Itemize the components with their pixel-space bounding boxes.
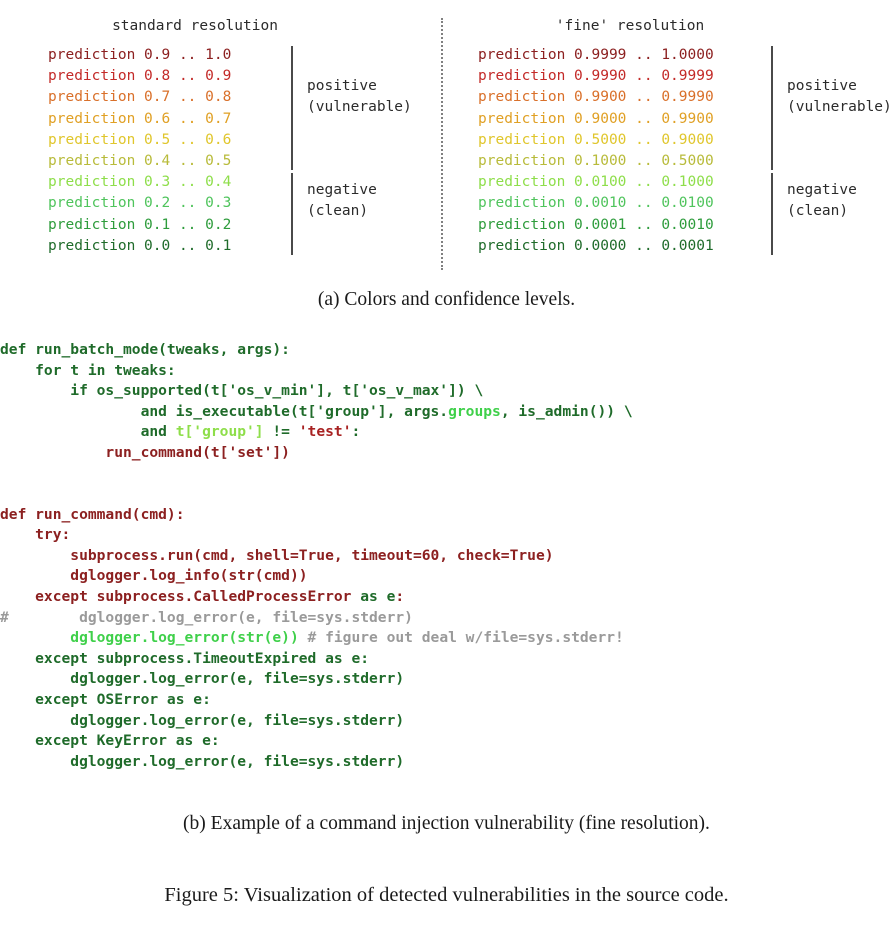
- group-label: negative (clean): [787, 181, 857, 219]
- code-token: dglogger.log_error(e, file=sys.stderr): [0, 752, 405, 770]
- code-token: and is_executable(t['group'], args.: [0, 402, 449, 420]
- code-line: and is_executable(t['group'], args.group…: [0, 402, 893, 423]
- prediction-range-row: prediction 0.1000 .. 0.5000: [478, 153, 714, 170]
- code-line: except OSError as e:: [0, 690, 893, 711]
- code-line: run_command(t['set']): [0, 443, 893, 464]
- code-line: except subprocess.TimeoutExpired as e:: [0, 649, 893, 670]
- code-line: def run_batch_mode(tweaks, args):: [0, 340, 893, 361]
- code-line: for t in tweaks:: [0, 361, 893, 382]
- code-token: # dglogger.log_error(e, file=sys.stderr): [0, 608, 413, 626]
- code-token: dglogger.log_info(str(cmd)): [0, 567, 308, 585]
- prediction-range-row: prediction 0.9 .. 1.0: [48, 47, 232, 63]
- prediction-range-row: prediction 0.4 .. 0.5: [48, 153, 232, 170]
- group-bracket-line: [291, 173, 293, 255]
- legend-panel-fine: 'fine' resolution prediction 0.9999 .. 1…: [478, 18, 892, 257]
- code-line: # dglogger.log_error(e, file=sys.stderr): [0, 608, 893, 629]
- group-bracket-line: [771, 46, 773, 171]
- code-line: dglogger.log_error(e, file=sys.stderr): [0, 669, 893, 690]
- code-token: except OSError as e:: [0, 690, 211, 708]
- legend-panel-standard: standard resolution prediction 0.9 .. 1.…: [48, 18, 428, 257]
- code-line: except subprocess.CalledProcessError as …: [0, 587, 893, 608]
- code-line: and t['group'] != 'test':: [0, 422, 893, 443]
- caption-b: (b) Example of a command injection vulne…: [183, 813, 710, 834]
- code-token: try:: [0, 526, 71, 544]
- group-bracket-line: [291, 46, 293, 171]
- code-token: for t in tweaks:: [0, 361, 176, 379]
- panel-divider: [441, 18, 443, 270]
- code-token: dglogger.log_error(e, file=sys.stderr): [0, 711, 405, 729]
- code-token: :: [351, 423, 361, 441]
- group-label: positive (vulnerable): [787, 77, 892, 115]
- code-line: dglogger.log_error(str(e)) # figure out …: [0, 628, 893, 649]
- code-token: if os_supported(t['os_v_min'], t['os_v_m…: [0, 382, 484, 400]
- code-line: try:: [0, 525, 893, 546]
- code-line: except KeyError as e:: [0, 731, 893, 752]
- group-label: positive (vulnerable): [307, 77, 412, 115]
- prediction-range-row: prediction 0.0000 .. 0.0001: [478, 237, 714, 254]
- code-listing-run-command: def run_command(cmd): try: subprocess.ru…: [0, 505, 893, 773]
- panel-title-fine: 'fine' resolution: [555, 18, 705, 34]
- prediction-range-row: prediction 0.5 .. 0.6: [48, 131, 232, 148]
- code-figure: def run_batch_mode(tweaks, args): for t …: [0, 340, 893, 810]
- code-token: groups: [448, 402, 501, 420]
- prediction-range-row: prediction 0.0 .. 0.1: [48, 237, 232, 254]
- code-token: t['group']: [175, 423, 264, 441]
- code-token: 'test': [298, 423, 352, 441]
- code-token: dglogger.log_error(str(e)): [0, 629, 299, 647]
- legend-figure: standard resolution prediction 0.9 .. 1.…: [0, 0, 893, 300]
- code-line: dglogger.log_error(e, file=sys.stderr): [0, 752, 893, 773]
- panel-title-standard: standard resolution: [112, 18, 278, 34]
- code-token: except subprocess.TimeoutExpired as e:: [0, 649, 370, 667]
- code-token: !=: [263, 423, 299, 441]
- code-token: and: [0, 423, 176, 441]
- code-line: dglogger.log_info(str(cmd)): [0, 566, 893, 587]
- code-token: def run_batch_mode(tweaks, args):: [0, 341, 290, 358]
- code-listing-run-batch-mode: def run_batch_mode(tweaks, args): for t …: [0, 340, 893, 464]
- figure-caption: Figure 5: Visualization of detected vuln…: [164, 884, 729, 906]
- code-line: def run_command(cmd):: [0, 505, 893, 526]
- code-token: dglogger.log_error(e, file=sys.stderr): [0, 670, 405, 688]
- legend-rows-standard: prediction 0.9 .. 1.0 prediction 0.8 .. 0…: [48, 45, 428, 257]
- code-line: subprocess.run(cmd, shell=True, timeout=…: [0, 546, 893, 567]
- code-token: , is_admin()) \: [500, 402, 633, 420]
- code-token: as e: [360, 587, 396, 605]
- group-label: negative (clean): [307, 181, 377, 219]
- code-token: def run_command(cmd):: [0, 505, 185, 523]
- code-token: run_command(t['set']): [0, 443, 290, 461]
- code-token: subprocess.run(cmd, shell=True, timeout=…: [0, 546, 554, 564]
- caption-a: (a) Colors and confidence levels.: [317, 289, 576, 310]
- code-token: except KeyError as e:: [0, 732, 220, 750]
- code-token: except subprocess.CalledProcessError: [0, 587, 361, 605]
- code-token: :: [395, 587, 405, 605]
- code-line: dglogger.log_error(e, file=sys.stderr): [0, 711, 893, 732]
- prediction-range-row: prediction 0.9999 .. 1.0000: [478, 47, 714, 63]
- legend-rows-fine: prediction 0.9999 .. 1.0000 prediction 0.…: [478, 45, 892, 257]
- code-token: # figure out deal w/file=sys.stderr!: [298, 629, 624, 647]
- code-line: if os_supported(t['os_v_min'], t['os_v_m…: [0, 381, 893, 402]
- prediction-range-row: prediction 0.5000 .. 0.9000: [478, 131, 714, 148]
- group-bracket-line: [771, 173, 773, 255]
